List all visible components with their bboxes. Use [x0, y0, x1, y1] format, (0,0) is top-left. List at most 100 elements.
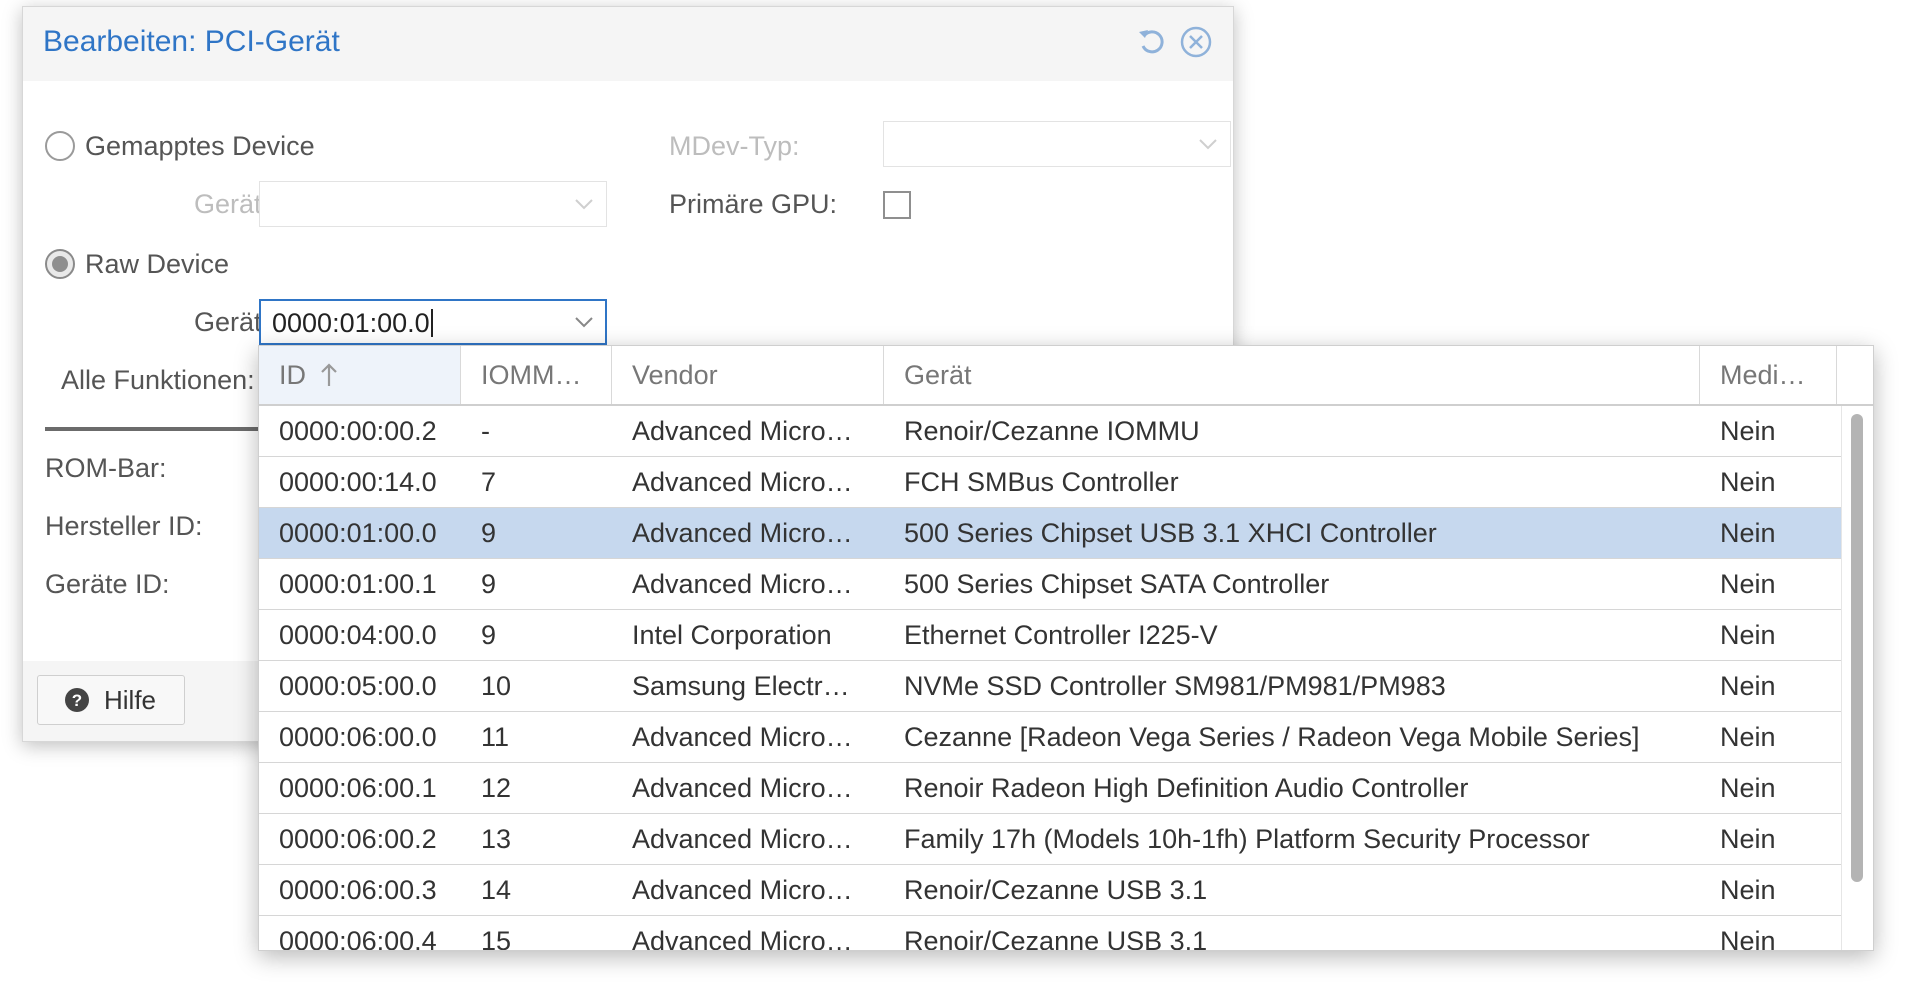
raw-device-combo[interactable]: 0000:01:00.0	[259, 299, 607, 345]
cell-iommu: 9	[481, 518, 497, 548]
cell-mediated: Nein	[1720, 824, 1776, 854]
all-functions-label: Alle Funktionen:	[61, 365, 255, 395]
chevron-down-icon	[1194, 130, 1222, 158]
cell-device: Renoir/Cezanne USB 3.1	[904, 926, 1208, 950]
cell-device: Renoir Radeon High Definition Audio Cont…	[904, 773, 1469, 803]
device-picker-grid: ID IOMM… Vendor Gerät Medi… 0000:00:00.2…	[258, 345, 1874, 951]
cell-vendor: Advanced Micro Devices	[632, 875, 858, 905]
cell-iommu: 9	[481, 620, 497, 650]
cell-vendor: Advanced Micro Devices	[632, 416, 858, 446]
table-row[interactable]: 0000:06:00.4 15 Advanced Micro Devices Reno…	[259, 916, 1841, 950]
svg-text:?: ?	[72, 691, 82, 710]
raw-device-label: Raw Device	[85, 249, 230, 279]
cell-id: 0000:04:00.0	[279, 620, 437, 650]
vendor-id-label: Hersteller ID:	[45, 511, 203, 541]
cell-mediated: Nein	[1720, 875, 1776, 905]
mapped-device-radio[interactable]	[45, 131, 75, 161]
column-header-id[interactable]: ID	[259, 346, 461, 404]
cell-iommu: 13	[481, 824, 512, 854]
scrollbar-thumb[interactable]	[1851, 414, 1863, 882]
table-row[interactable]: 0000:04:00.0 9 Intel Corporation Ethernet C…	[259, 610, 1841, 661]
chevron-down-icon[interactable]	[570, 308, 598, 336]
table-row[interactable]: 0000:05:00.0 10 Samsung Electronics Co Ltd…	[259, 661, 1841, 712]
grid-header: ID IOMM… Vendor Gerät Medi…	[259, 346, 1841, 406]
grid-scrollbar[interactable]	[1841, 406, 1873, 950]
cell-vendor: Advanced Micro Devices	[632, 467, 858, 497]
cell-vendor: Advanced Micro Devices	[632, 773, 858, 803]
table-row[interactable]: 0000:00:00.2 - Advanced Micro Devices Renoi…	[259, 406, 1841, 457]
cell-mediated: Nein	[1720, 416, 1776, 446]
table-row[interactable]: 0000:01:00.0 9 Advanced Micro Devices 500 S…	[259, 508, 1841, 559]
table-row[interactable]: 0000:01:00.1 9 Advanced Micro Devices 500 S…	[259, 559, 1841, 610]
cell-vendor: Advanced Micro Devices	[632, 518, 858, 548]
mapped-device-label: Gemapptes Device	[85, 131, 315, 161]
table-row[interactable]: 0000:06:00.0 11 Advanced Micro Devices Ceza…	[259, 712, 1841, 763]
table-row[interactable]: 0000:06:00.3 14 Advanced Micro Devices Reno…	[259, 865, 1841, 916]
cell-mediated: Nein	[1720, 620, 1776, 650]
mdev-type-combo	[883, 121, 1231, 167]
sort-ascending-icon	[320, 350, 338, 404]
chevron-down-icon	[570, 190, 598, 218]
undo-icon[interactable]	[1133, 23, 1171, 61]
table-row[interactable]: 0000:06:00.1 12 Advanced Micro Devices Reno…	[259, 763, 1841, 814]
cell-device: Family 17h (Models 10h-1fh) Platform Sec…	[904, 824, 1590, 854]
column-header-device[interactable]: Gerät	[884, 346, 1700, 404]
help-button-label: Hilfe	[104, 684, 157, 715]
cell-mediated: Nein	[1720, 518, 1776, 548]
raw-device-input[interactable]: 0000:01:00.0	[272, 308, 433, 339]
header-corner	[1841, 346, 1873, 406]
question-circle-icon: ?	[65, 688, 89, 712]
cell-device: 500 Series Chipset USB 3.1 XHCI Controll…	[904, 518, 1437, 548]
cell-vendor: Advanced Micro Devices	[632, 722, 858, 752]
cell-iommu: 15	[481, 926, 512, 950]
cell-id: 0000:06:00.2	[279, 824, 437, 854]
cell-device: Ethernet Controller I225-V	[904, 620, 1218, 650]
cell-vendor: Advanced Micro Devices	[632, 569, 858, 599]
cell-iommu: 10	[481, 671, 512, 701]
column-header-vendor[interactable]: Vendor	[612, 346, 884, 404]
cell-id: 0000:00:00.2	[279, 416, 437, 446]
cell-vendor: Intel Corporation	[632, 620, 832, 650]
cell-mediated: Nein	[1720, 773, 1776, 803]
cell-iommu: 11	[481, 722, 510, 752]
column-header-iommu[interactable]: IOMM…	[461, 346, 612, 404]
cell-mediated: Nein	[1720, 722, 1776, 752]
cell-device: Renoir/Cezanne USB 3.1	[904, 875, 1208, 905]
primary-gpu-checkbox[interactable]	[883, 191, 911, 219]
cell-vendor: Advanced Micro Devices	[632, 824, 858, 854]
raw-geraet-label: Gerät:	[193, 307, 269, 337]
table-row[interactable]: 0000:06:00.2 13 Advanced Micro Devices Fami…	[259, 814, 1841, 865]
primary-gpu-label: Primäre GPU:	[669, 189, 838, 219]
cell-iommu: 9	[481, 569, 497, 599]
cell-mediated: Nein	[1720, 467, 1776, 497]
cell-id: 0000:00:14.0	[279, 467, 437, 497]
column-header-mediated[interactable]: Medi…	[1700, 346, 1837, 404]
cell-device: Renoir/Cezanne IOMMU	[904, 416, 1200, 446]
cell-id: 0000:01:00.1	[279, 569, 437, 599]
cell-device: Cezanne [Radeon Vega Series / Radeon Veg…	[904, 722, 1640, 752]
mdev-type-label: MDev-Typ:	[669, 131, 800, 161]
cell-iommu: -	[481, 416, 490, 446]
dialog-title: Bearbeiten: PCI-Gerät	[43, 25, 340, 58]
cell-vendor: Samsung Electronics Co Ltd	[632, 671, 858, 701]
cell-iommu: 7	[481, 467, 497, 497]
cell-device: NVMe SSD Controller SM981/PM981/PM983	[904, 671, 1446, 701]
cell-mediated: Nein	[1720, 569, 1776, 599]
cell-id: 0000:06:00.4	[279, 926, 437, 950]
cell-vendor: Advanced Micro Devices	[632, 926, 858, 950]
device-id-label: Geräte ID:	[45, 569, 170, 599]
grid-body: 0000:00:00.2 - Advanced Micro Devices Renoi…	[259, 406, 1841, 950]
advanced-divider	[45, 427, 265, 431]
raw-device-radio[interactable]	[45, 249, 75, 279]
close-icon[interactable]	[1177, 23, 1215, 61]
dialog-header: Bearbeiten: PCI-Gerät	[23, 7, 1233, 81]
cell-iommu: 12	[481, 773, 512, 803]
cell-id: 0000:01:00.0	[279, 518, 437, 548]
table-row[interactable]: 0000:00:14.0 7 Advanced Micro Devices FCH S…	[259, 457, 1841, 508]
cell-id: 0000:06:00.0	[279, 722, 437, 752]
cell-mediated: Nein	[1720, 926, 1776, 950]
cell-id: 0000:05:00.0	[279, 671, 437, 701]
cell-id: 0000:06:00.3	[279, 875, 437, 905]
help-button[interactable]: ? Hilfe	[37, 675, 185, 725]
cell-device: FCH SMBus Controller	[904, 467, 1179, 497]
